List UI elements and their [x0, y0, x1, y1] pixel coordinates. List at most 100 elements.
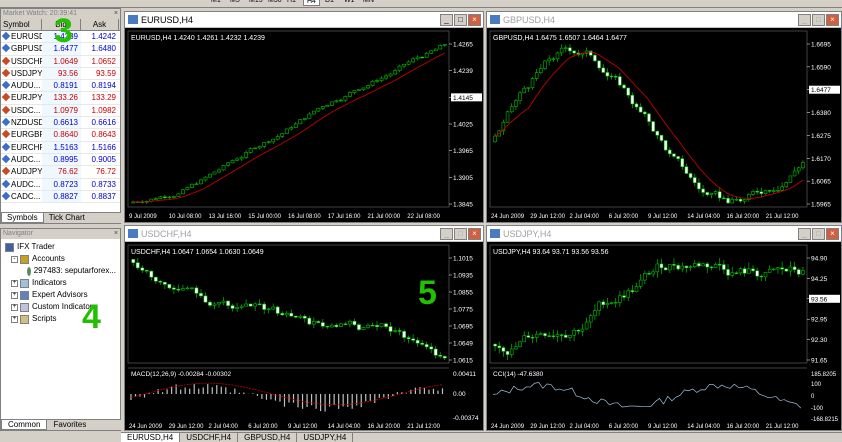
- expand-icon[interactable]: +: [11, 303, 18, 311]
- tab-favorites[interactable]: Favorites: [47, 420, 92, 430]
- chart-window-usdchf[interactable]: USDCHF,H4 _ □ × USDCHF,H4 1.0647 1.0654 1.…: [124, 225, 484, 431]
- x-tick-label: 14 Jul 04:00: [687, 214, 720, 220]
- row-ask: 1.5166: [91, 142, 116, 152]
- navigator-panel: Navigator × IFX Trader - Accounts 297483: …: [0, 228, 121, 431]
- market-watch-row[interactable]: AUDC... 0.8995 0.9005: [1, 153, 120, 167]
- candle-body: [298, 315, 303, 318]
- chart-canvas-eurusd[interactable]: EURUSD,H4 1.4240 1.4261 1.4232 1.4239 1.4…: [125, 28, 483, 222]
- chart-title: USDCHF,H4: [141, 228, 192, 239]
- expand-icon[interactable]: +: [11, 315, 18, 323]
- close-icon[interactable]: ×: [114, 229, 118, 239]
- chart-tab-eurusd[interactable]: EURUSD,H4: [121, 433, 181, 442]
- candle-body: [688, 173, 693, 178]
- candle-body: [589, 315, 593, 323]
- chart-canvas-usdchf[interactable]: USDCHF,H4 1.0647 1.0654 1.0630 1.0649 1.1…: [125, 242, 483, 430]
- chart-canvas-usdjpy[interactable]: USDJPY,H4 93.64 93.71 93.56 93.56 94.90 94…: [487, 242, 841, 430]
- minimize-button[interactable]: _: [440, 14, 453, 26]
- candle-body: [343, 323, 348, 325]
- timeframe-m5[interactable]: M5: [227, 0, 243, 4]
- tree-accounts[interactable]: - Accounts: [5, 253, 116, 265]
- candle-body: [158, 280, 163, 283]
- chart-window-usdjpy[interactable]: USDJPY,H4 _ □ × USDJPY,H4 93.64 93.71 93.5…: [486, 225, 842, 431]
- col-ask[interactable]: Ask: [81, 19, 119, 30]
- timeframe-d1[interactable]: D1: [322, 0, 337, 4]
- expand-icon[interactable]: +: [11, 291, 18, 299]
- minimize-button[interactable]: _: [798, 14, 811, 26]
- chart-titlebar[interactable]: USDJPY,H4 _ □ ×: [487, 226, 841, 242]
- chart-window-gbpusd[interactable]: GBPUSD,H4 _ □ × GBPUSD,H4 1.6475 1.6507 1.…: [486, 11, 842, 223]
- timeframe-m1[interactable]: M1: [208, 0, 224, 4]
- candle-body: [257, 303, 262, 305]
- market-watch-row[interactable]: EURJPY 133.26 133.29: [1, 92, 120, 105]
- expand-icon[interactable]: +: [11, 279, 18, 287]
- tree-indicators[interactable]: + Indicators: [5, 277, 116, 289]
- maximize-button[interactable]: □: [454, 228, 467, 240]
- market-watch-row[interactable]: AUDJPY 76.62 76.72: [1, 166, 120, 179]
- timeframe-w1[interactable]: W1: [341, 0, 358, 4]
- chart-titlebar[interactable]: USDCHF,H4 _ □ ×: [125, 226, 483, 242]
- col-symbol[interactable]: Symbol: [1, 19, 42, 30]
- candle-body: [366, 324, 370, 328]
- scripts-icon: [20, 314, 29, 324]
- row-symbol: EURCHF: [1, 142, 42, 153]
- chart-window-eurusd[interactable]: EURUSD,H4 _ □ × EURUSD,H4 1.4240 1.4261 1.…: [124, 11, 484, 223]
- tab-symbols[interactable]: Symbols: [1, 213, 44, 223]
- row-bid: 0.8827: [42, 190, 81, 203]
- timeframe-m15[interactable]: M15: [246, 0, 266, 4]
- candle-body: [388, 326, 393, 332]
- x-tick-label: 9 Jul 2009: [129, 214, 157, 220]
- close-button[interactable]: ×: [826, 228, 839, 240]
- candle-body: [208, 301, 212, 306]
- tab-common[interactable]: Common: [1, 420, 48, 430]
- minimize-button[interactable]: _: [798, 228, 811, 240]
- market-watch-row[interactable]: USDCHF 1.0649 1.0652: [1, 55, 120, 68]
- candle-body: [751, 191, 755, 195]
- timeframe-h4[interactable]: H4: [303, 0, 320, 6]
- candle-body: [167, 284, 172, 289]
- market-watch-row[interactable]: EURCHF 1.5163 1.5166: [1, 141, 120, 154]
- close-button[interactable]: ×: [468, 14, 481, 26]
- chart-tab-usdchf[interactable]: USDCHF,H4: [180, 433, 239, 442]
- row-symbol: USDC...: [1, 105, 42, 116]
- timeframe-mn[interactable]: MN: [360, 0, 377, 4]
- close-button[interactable]: ×: [826, 14, 839, 26]
- market-watch-row[interactable]: AUDU... 0.8191 0.8194: [1, 80, 120, 93]
- candle-body: [167, 196, 172, 199]
- timeframe-m30[interactable]: M30: [265, 0, 285, 4]
- maximize-button[interactable]: □: [454, 14, 467, 26]
- close-icon[interactable]: ×: [114, 9, 118, 19]
- market-watch-row[interactable]: NZDUSD 0.6613 0.6616: [1, 117, 120, 130]
- market-watch-row[interactable]: USDJPY 93.56 93.59: [1, 67, 120, 81]
- close-button[interactable]: ×: [468, 228, 481, 240]
- market-watch-row[interactable]: CADC... 0.8827 0.8837: [1, 190, 120, 204]
- candle-body: [792, 170, 797, 177]
- chart-titlebar[interactable]: EURUSD,H4 _ □ ×: [125, 12, 483, 28]
- annotation-4: 4: [82, 298, 101, 336]
- minimize-button[interactable]: _: [440, 228, 453, 240]
- candle-body: [493, 343, 497, 347]
- candle-body: [194, 183, 199, 185]
- maximize-button[interactable]: □: [812, 228, 825, 240]
- tab-tick-chart[interactable]: Tick Chart: [44, 213, 90, 223]
- timeframe-h1[interactable]: H1: [284, 0, 299, 4]
- candle-body: [630, 290, 635, 292]
- collapse-icon[interactable]: -: [11, 255, 18, 263]
- market-watch-row[interactable]: AUDC... 0.8723 0.8733: [1, 178, 120, 191]
- chart-canvas-gbpusd[interactable]: GBPUSD,H4 1.6475 1.6507 1.6464 1.6477 1.6…: [487, 28, 841, 222]
- market-watch-row[interactable]: USDC... 1.0979 1.0982: [1, 104, 120, 118]
- tree-accounts-label: Accounts: [32, 254, 65, 263]
- tree-account-item[interactable]: 297483: seputarforex...: [5, 265, 116, 277]
- candle-body: [181, 189, 185, 195]
- candle-body: [659, 263, 664, 269]
- candle-body: [655, 130, 660, 136]
- maximize-button[interactable]: □: [812, 14, 825, 26]
- chart-tab-gbpusd[interactable]: GBPUSD,H4: [238, 433, 298, 442]
- chart-titlebar[interactable]: GBPUSD,H4 _ □ ×: [487, 12, 841, 28]
- candle-body: [357, 89, 361, 91]
- x-tick-label: 24 Jun 2009: [129, 424, 163, 430]
- chart-tab-usdjpy[interactable]: USDJPY,H4: [297, 433, 354, 442]
- market-watch-row[interactable]: EURGBP 0.8640 0.8643: [1, 129, 120, 142]
- candle-body: [751, 268, 755, 272]
- tree-root[interactable]: IFX Trader: [5, 241, 116, 253]
- candle-body: [352, 321, 357, 325]
